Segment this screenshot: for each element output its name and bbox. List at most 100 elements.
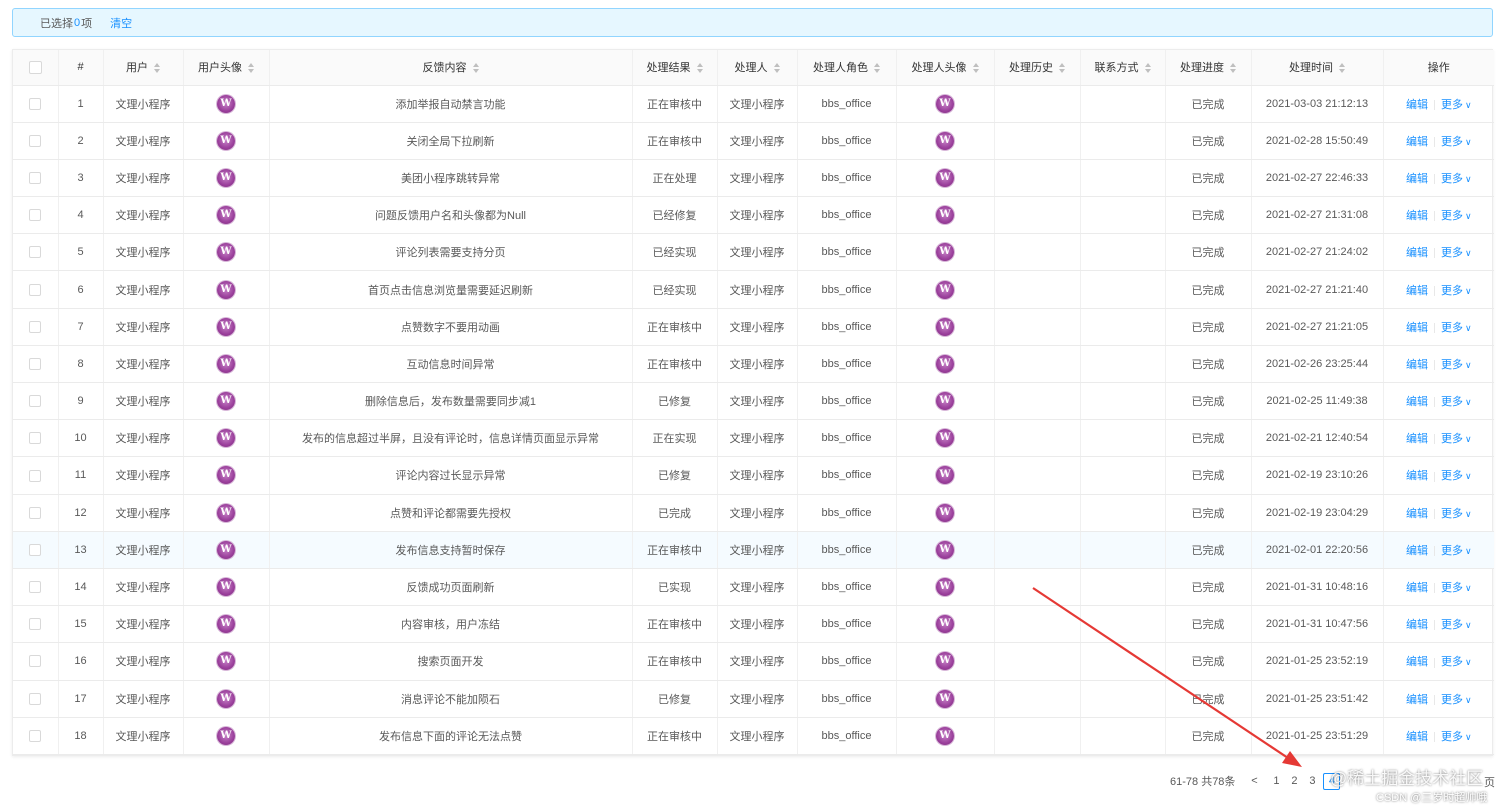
col-header-content[interactable]: 反馈内容 [269, 50, 633, 86]
row-checkbox[interactable] [29, 97, 42, 110]
row-checkbox[interactable] [29, 283, 42, 296]
more-dropdown[interactable]: 更多 ∨ [1441, 396, 1472, 408]
more-dropdown[interactable]: 更多 ∨ [1441, 545, 1472, 557]
row-select-cell[interactable] [13, 308, 59, 346]
more-dropdown[interactable]: 更多 ∨ [1441, 582, 1472, 594]
more-dropdown[interactable]: 更多 ∨ [1441, 173, 1472, 185]
row-select-cell[interactable] [13, 531, 59, 569]
more-dropdown[interactable]: 更多 ∨ [1441, 210, 1472, 222]
edit-link[interactable]: 编辑 [1406, 508, 1428, 520]
table-row[interactable]: 12 文理小程序 W 点赞和评论都需要先授权 已完成 文理小程序 bbs_office W 已完… [13, 494, 1494, 532]
edit-link[interactable]: 编辑 [1406, 247, 1428, 259]
page-1-button[interactable]: 1 [1269, 775, 1283, 787]
edit-link[interactable]: 编辑 [1406, 694, 1428, 706]
edit-link[interactable]: 编辑 [1406, 545, 1428, 557]
row-select-cell[interactable] [13, 568, 59, 607]
select-all-checkbox[interactable] [28, 60, 42, 74]
row-checkbox[interactable] [29, 209, 42, 222]
page-3-button[interactable]: 3 [1305, 775, 1319, 787]
sort-icon[interactable] [1339, 63, 1345, 74]
more-dropdown[interactable]: 更多 ∨ [1441, 433, 1472, 445]
sort-icon[interactable] [1230, 63, 1236, 74]
more-dropdown[interactable]: 更多 ∨ [1441, 656, 1472, 668]
row-checkbox[interactable] [29, 172, 42, 185]
select-all-cell[interactable] [13, 50, 59, 86]
edit-link[interactable]: 编辑 [1406, 173, 1428, 185]
row-select-cell[interactable] [13, 494, 59, 532]
row-select-cell[interactable] [13, 382, 59, 421]
edit-link[interactable]: 编辑 [1406, 433, 1428, 445]
edit-link[interactable]: 编辑 [1406, 731, 1428, 743]
row-checkbox[interactable] [29, 618, 42, 631]
table-row[interactable]: 15 文理小程序 W 内容审核，用户冻结 正在审核中 文理小程序 bbs_office W 已完… [13, 605, 1494, 644]
page-2-button[interactable]: 2 [1287, 775, 1301, 787]
edit-link[interactable]: 编辑 [1406, 136, 1428, 148]
col-header-history[interactable]: 处理历史 [994, 50, 1081, 86]
table-row[interactable]: 7 文理小程序 W 点赞数字不要用动画 正在审核中 文理小程序 bbs_office W 已完成… [13, 308, 1494, 346]
edit-link[interactable]: 编辑 [1406, 470, 1428, 482]
edit-link[interactable]: 编辑 [1406, 656, 1428, 668]
table-row[interactable]: 13 文理小程序 W 发布信息支持暂时保存 正在审核中 文理小程序 bbs_office W 已… [13, 531, 1494, 569]
table-row[interactable]: 8 文理小程序 W 互动信息时间异常 正在审核中 文理小程序 bbs_office W 已完成 2… [13, 345, 1494, 384]
col-header-handler-role[interactable]: 处理人角色 [797, 50, 897, 86]
row-select-cell[interactable] [13, 642, 59, 681]
sort-icon[interactable] [472, 63, 479, 74]
row-checkbox[interactable] [29, 134, 42, 147]
row-select-cell[interactable] [13, 456, 59, 495]
table-row[interactable]: 17 文理小程序 W 消息评论不能加陨石 已修复 文理小程序 bbs_office W 已完成 2… [13, 680, 1494, 718]
row-checkbox[interactable] [29, 432, 42, 445]
edit-link[interactable]: 编辑 [1406, 396, 1428, 408]
table-row[interactable]: 10 文理小程序 W 发布的信息超过半屏，且没有评论时，信息详情页面显示异常 正在实现文… [13, 419, 1494, 458]
table-row[interactable]: 3 文理小程序 W 美团小程序跳转异常 正在处理 文理小程序 bbs_office W 已完成 2… [13, 159, 1494, 198]
row-checkbox[interactable] [29, 506, 42, 519]
row-select-cell[interactable] [13, 233, 59, 272]
edit-link[interactable]: 编辑 [1406, 99, 1428, 111]
table-row[interactable]: 18 文理小程序 W 发布信息下面的评论无法点赞 正在审核中 文理小程序 bbs_offic… [13, 717, 1494, 755]
table-row[interactable]: 5 文理小程序 W 评论列表需要支持分页 已经实现 文理小程序 bbs_office W 已完成… [13, 233, 1494, 272]
row-checkbox[interactable] [29, 543, 42, 556]
row-select-cell[interactable] [13, 270, 59, 309]
table-row[interactable]: 2 文理小程序 W 关闭全局下拉刷新 正在审核中 文理小程序 bbs_office W 已完成 2… [13, 122, 1494, 160]
row-select-cell[interactable] [13, 419, 59, 458]
sort-icon[interactable] [972, 63, 979, 74]
table-row[interactable]: 4 文理小程序 W 问题反馈用户名和头像都为Null 已经修复 文理小程序 bbs_offi… [13, 196, 1494, 235]
sort-icon[interactable] [1059, 63, 1065, 74]
edit-link[interactable]: 编辑 [1406, 359, 1428, 371]
edit-link[interactable]: 编辑 [1406, 619, 1428, 631]
sort-icon[interactable] [874, 63, 880, 74]
row-checkbox[interactable] [29, 320, 42, 333]
row-select-cell[interactable] [13, 159, 59, 198]
row-checkbox[interactable] [29, 581, 42, 594]
more-dropdown[interactable]: 更多 ∨ [1441, 322, 1472, 334]
col-header-user-avatar[interactable]: 用户头像 [183, 50, 270, 86]
row-checkbox[interactable] [29, 655, 42, 668]
col-header-contact[interactable]: 联系方式 [1080, 50, 1166, 86]
edit-link[interactable]: 编辑 [1406, 322, 1428, 334]
col-header-user[interactable]: 用户 [103, 50, 184, 86]
row-checkbox[interactable] [29, 246, 42, 259]
row-select-cell[interactable] [13, 345, 59, 384]
row-select-cell[interactable] [13, 122, 59, 160]
more-dropdown[interactable]: 更多 ∨ [1441, 508, 1472, 520]
table-row[interactable]: 9 文理小程序 W 删除信息后，发布数量需要同步减1 已修复 文理小程序 bbs_offic… [13, 382, 1494, 421]
more-dropdown[interactable]: 更多 ∨ [1441, 136, 1472, 148]
clear-selection-link[interactable]: 清空 [110, 15, 132, 31]
more-dropdown[interactable]: 更多 ∨ [1441, 99, 1472, 111]
row-select-cell[interactable] [13, 605, 59, 644]
sort-icon[interactable] [1144, 63, 1151, 74]
row-checkbox[interactable] [29, 395, 42, 408]
edit-link[interactable]: 编辑 [1406, 210, 1428, 222]
more-dropdown[interactable]: 更多 ∨ [1441, 731, 1472, 743]
row-select-cell[interactable] [13, 85, 59, 123]
sort-icon[interactable] [773, 63, 780, 74]
row-checkbox[interactable] [29, 729, 42, 742]
edit-link[interactable]: 编辑 [1406, 582, 1428, 594]
col-header-handler-avatar[interactable]: 处理人头像 [896, 50, 995, 86]
sort-icon[interactable] [154, 63, 160, 74]
more-dropdown[interactable]: 更多 ∨ [1441, 619, 1472, 631]
col-header-result[interactable]: 处理结果 [632, 50, 718, 86]
table-row[interactable]: 11 文理小程序 W 评论内容过长显示异常 已修复 文理小程序 bbs_office W 已完成… [13, 456, 1494, 495]
more-dropdown[interactable]: 更多 ∨ [1441, 359, 1472, 371]
col-header-time[interactable]: 处理时间 [1251, 50, 1384, 86]
sort-icon[interactable] [696, 63, 703, 74]
